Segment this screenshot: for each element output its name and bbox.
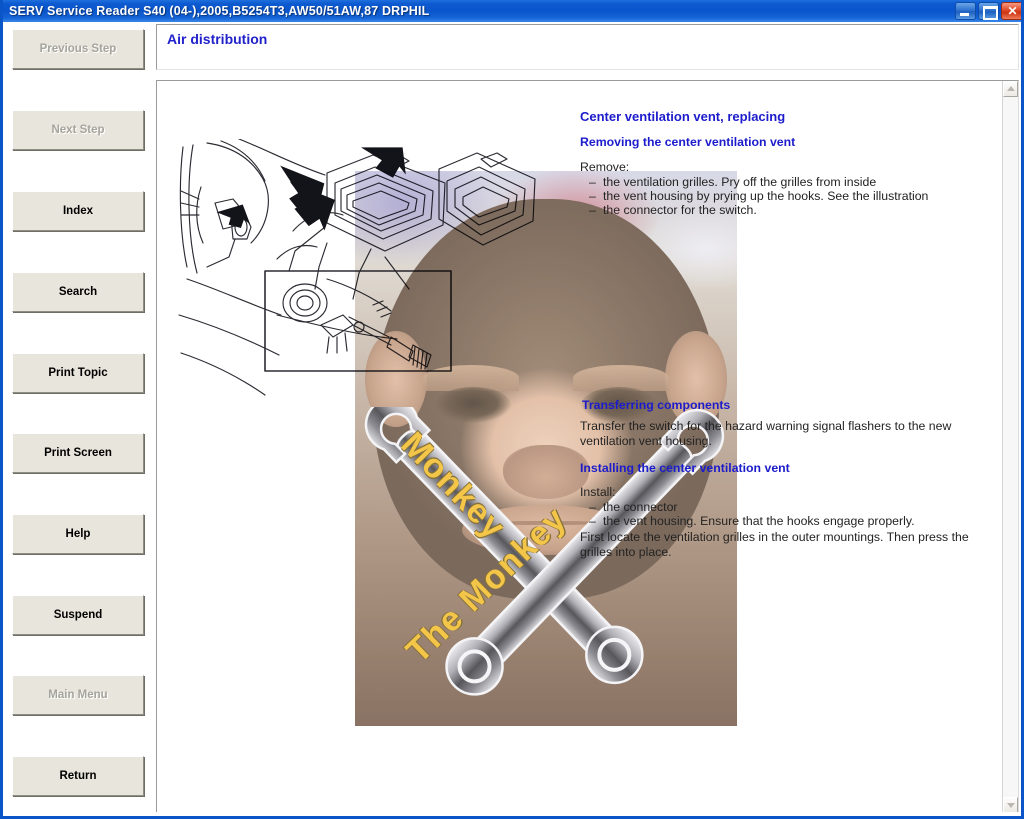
transfer-paragraph: Transfer the switch for the hazard warni…	[580, 419, 952, 448]
main-menu-button[interactable]: Main Menu	[12, 675, 144, 715]
document-panel: Monkey The Monkey Center ventilation ven…	[156, 80, 1019, 814]
remove-item-1-text: the ventilation grilles. Pry off the gri…	[603, 175, 877, 189]
application-window: SERV Service Reader S40 (04-),2005,B5254…	[0, 0, 1024, 819]
install-item-1-text: the connector	[603, 500, 678, 514]
vertical-scrollbar[interactable]	[1002, 81, 1018, 813]
window-controls	[955, 2, 1021, 20]
maximize-button[interactable]	[978, 2, 999, 20]
heading-installing-center-ventilation-vent: Installing the center ventilation vent	[580, 461, 790, 475]
bullet-dash: –	[589, 175, 596, 189]
content-column: Air distribution Monkey The Monkey Cente…	[151, 22, 1021, 816]
index-button[interactable]: Index	[12, 191, 144, 231]
window-title: SERV Service Reader S40 (04-),2005,B5254…	[9, 4, 430, 18]
print-topic-button[interactable]: Print Topic	[12, 353, 144, 393]
remove-item-2: – the vent housing by prying up the hooks…	[589, 189, 928, 203]
topic-header-panel: Air distribution	[156, 24, 1019, 70]
title-bar: SERV Service Reader S40 (04-),2005,B5254…	[3, 0, 1021, 22]
remove-label: Remove:	[580, 160, 630, 174]
bullet-dash: –	[589, 514, 596, 528]
bullet-dash: –	[589, 500, 596, 514]
close-button[interactable]	[1001, 2, 1021, 20]
remove-item-2-text: the vent housing by prying up the hooks.…	[603, 189, 929, 203]
help-button[interactable]: Help	[12, 514, 144, 554]
next-step-button[interactable]: Next Step	[12, 110, 144, 150]
bullet-dash: –	[589, 203, 596, 217]
heading-transferring-components: Transferring components	[582, 398, 731, 412]
heading-removing-center-ventilation-vent: Removing the center ventilation vent	[580, 135, 796, 149]
remove-item-3: – the connector for the switch.	[589, 203, 757, 217]
scroll-up-arrow[interactable]	[1003, 81, 1018, 97]
document-text: Center ventilation vent, replacing Remov…	[157, 81, 1004, 813]
install-paragraph: First locate the ventilation grilles in …	[580, 530, 969, 559]
scroll-down-arrow[interactable]	[1003, 797, 1018, 813]
install-label: Install:	[580, 485, 616, 499]
install-item-2-text: the vent housing. Ensure that the hooks …	[603, 514, 915, 528]
minimize-button[interactable]	[955, 2, 976, 20]
bullet-dash: –	[589, 189, 596, 203]
page-title: Air distribution	[167, 31, 268, 47]
heading-center-ventilation-vent-replacing: Center ventilation vent, replacing	[580, 109, 786, 124]
return-button[interactable]: Return	[12, 756, 144, 796]
sidebar-button-panel: Previous Step Next Step Index Search Pri…	[3, 22, 151, 816]
install-item-2: – the vent housing. Ensure that the hooks…	[589, 514, 915, 528]
search-button[interactable]: Search	[12, 272, 144, 312]
suspend-button[interactable]: Suspend	[12, 595, 144, 635]
install-item-1: – the connector	[589, 500, 678, 514]
window-bottom-edge	[3, 812, 1021, 816]
previous-step-button[interactable]: Previous Step	[12, 29, 144, 69]
remove-item-3-text: the connector for the switch.	[603, 203, 757, 217]
remove-item-1: – the ventilation grilles. Pry off the gr…	[589, 175, 876, 189]
print-screen-button[interactable]: Print Screen	[12, 433, 144, 473]
